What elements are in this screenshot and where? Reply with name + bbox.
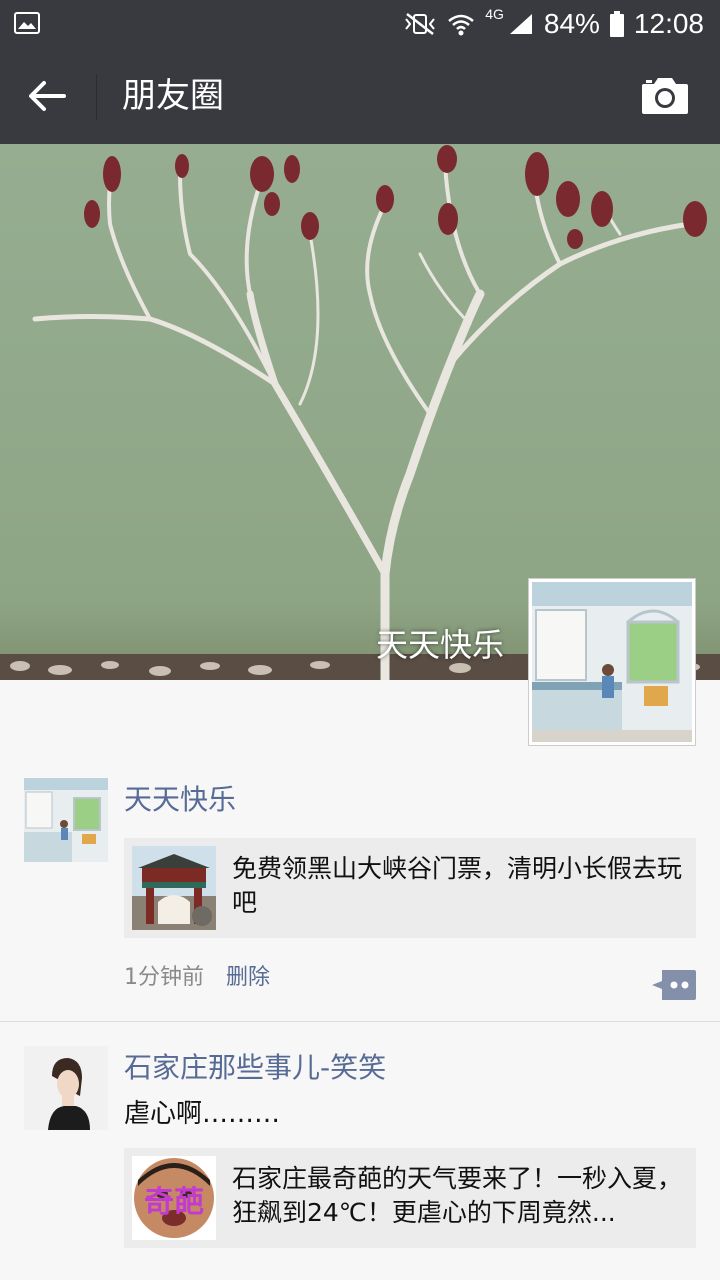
- avatar-illustration: [532, 582, 692, 742]
- shared-link-card[interactable]: 免费领黑山大峡谷门票，清明小长假去玩吧: [124, 838, 696, 938]
- avatar[interactable]: [24, 1046, 108, 1130]
- image-notification-icon: [14, 12, 40, 34]
- shared-link-title: 石家庄最奇葩的天气要来了！一秒入夏，狂飙到24℃！更虐心的下周竟然...: [232, 1164, 683, 1227]
- avatar[interactable]: [24, 778, 108, 862]
- wifi-icon: [448, 14, 474, 36]
- comment-icon[interactable]: [652, 970, 696, 1000]
- post-text: 虐心啊………: [124, 1099, 281, 1129]
- title-bar: 朋友圈: [0, 48, 720, 144]
- thumb-caption: 奇葩: [144, 1185, 204, 1220]
- moment-post: 石家庄那些事儿-笑笑 虐心啊……… 奇葩 石家庄最奇葩的天气要来了！一秒入夏，狂…: [0, 1044, 720, 1280]
- cover-avatar[interactable]: [528, 578, 696, 746]
- shared-link-thumbnail: 奇葩: [132, 1156, 216, 1240]
- network-type: 4G: [485, 6, 504, 22]
- avatar-illustration: [24, 778, 108, 862]
- status-bar: 4G 84% 12:08: [0, 0, 720, 48]
- shared-link-thumbnail: [132, 846, 216, 930]
- cover-username: 天天快乐: [375, 626, 504, 664]
- title-divider: [96, 74, 97, 120]
- delete-button[interactable]: 删除: [226, 962, 270, 994]
- camera-icon[interactable]: [640, 76, 690, 116]
- arrow-left-icon[interactable]: [22, 74, 72, 118]
- page-title: 朋友圈: [122, 76, 224, 116]
- shared-link-title: 免费领黑山大峡谷门票，清明小长假去玩吧: [232, 854, 683, 917]
- moment-post: 天天快乐 免费领黑山大峡谷门票，清明小长假去玩吧 1分钟前 删除: [0, 776, 720, 1006]
- clock: 12:08: [633, 8, 704, 39]
- post-divider: [0, 1021, 720, 1022]
- shared-link-card[interactable]: 奇葩 石家庄最奇葩的天气要来了！一秒入夏，狂飙到24℃！更虐心的下周竟然...: [124, 1148, 696, 1248]
- battery-icon: [609, 11, 624, 37]
- vibrate-mute-icon: [405, 13, 435, 35]
- gate-photo: [132, 846, 216, 930]
- face-photo-thumb: 奇葩: [132, 1156, 216, 1240]
- signal-icon: [509, 14, 532, 34]
- battery-percent: 84%: [543, 8, 600, 39]
- post-author-name[interactable]: 石家庄那些事儿-笑笑: [124, 1048, 386, 1088]
- avatar-photo: [24, 1046, 108, 1130]
- post-time: 1分钟前: [124, 965, 204, 990]
- post-author-name[interactable]: 天天快乐: [124, 780, 236, 820]
